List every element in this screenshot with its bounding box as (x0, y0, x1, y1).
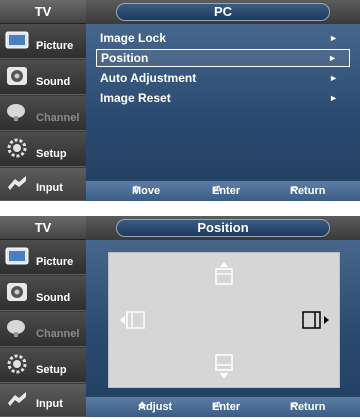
sidebar-item-label: Picture (36, 40, 74, 52)
menu-item-label: Auto Adjustment (100, 71, 197, 85)
position-panel: Position ✥ Adjust ⏎ Enter ↶ Return (86, 216, 360, 417)
enter-label: Enter (212, 401, 241, 413)
return-label: Return (290, 185, 326, 197)
pc-menu-panel: PC Image Lock ► Position ► Auto Adjustme… (86, 0, 360, 201)
setup-icon (7, 354, 27, 374)
sidebar-header: TV (0, 0, 86, 24)
footer-help-bar: ✥ Adjust ⏎ Enter ↶ Return (86, 397, 360, 417)
arrow-right-icon: ► (329, 73, 338, 83)
menu-item-label: Image Reset (100, 91, 171, 105)
enter-label: Enter (212, 185, 241, 197)
title-bar: PC (86, 0, 360, 24)
sidebar: TV Picture Sound Channel Setup Input (0, 0, 86, 201)
menu-item-image-reset[interactable]: Image Reset ► (96, 89, 350, 107)
sidebar-item-sound[interactable]: Sound (0, 276, 86, 311)
sidebar-item-channel[interactable]: Channel (0, 312, 86, 347)
menu-item-auto-adjustment[interactable]: Auto Adjustment ► (96, 69, 350, 87)
picture-icon (5, 31, 29, 49)
pc-menu-screen: TV Picture Sound Channel Setup Input PC … (0, 0, 360, 201)
sidebar-item-label: Channel (36, 328, 80, 340)
arrow-right-icon: ► (329, 93, 338, 103)
menu-item-image-lock[interactable]: Image Lock ► (96, 29, 350, 47)
sidebar: TV Picture Sound Channel Setup Input (0, 216, 86, 417)
sidebar-item-label: Setup (36, 364, 67, 376)
sidebar-item-picture[interactable]: Picture (0, 240, 86, 275)
menu-item-label: Image Lock (100, 31, 167, 45)
setup-icon (7, 138, 27, 158)
title-bar: Position (86, 216, 360, 240)
move-label: Move (132, 185, 161, 197)
sidebar-item-setup[interactable]: Setup (0, 132, 86, 167)
input-icon (8, 392, 26, 406)
sidebar-item-label: Setup (36, 148, 67, 160)
sidebar-item-label: Picture (36, 256, 74, 268)
menu-item-position[interactable]: Position ► (96, 49, 350, 67)
sidebar-item-label: Channel (36, 112, 80, 124)
arrow-right-icon: ► (329, 33, 338, 43)
picture-icon (5, 247, 29, 265)
sound-icon (7, 283, 27, 301)
input-icon (8, 176, 26, 190)
channel-icon (7, 104, 25, 121)
page-title: Position (116, 219, 330, 237)
channel-icon (7, 320, 25, 337)
sidebar-item-sound[interactable]: Sound (0, 60, 86, 95)
position-screen: TV Picture Sound Channel Setup Input Pos… (0, 216, 360, 417)
footer-help-bar: ⇕ Move ⏎ Enter ↶ Return (86, 181, 360, 201)
menu-item-label: Position (101, 51, 149, 65)
sidebar-item-setup[interactable]: Setup (0, 348, 86, 383)
return-label: Return (290, 401, 326, 413)
sidebar-item-label: Input (36, 182, 63, 194)
sidebar-item-label: Sound (36, 292, 71, 304)
sound-icon (7, 67, 27, 85)
sidebar-item-label: Input (36, 398, 63, 410)
sidebar-item-label: Sound (36, 76, 71, 88)
move-up-icon[interactable] (213, 261, 235, 287)
sidebar-item-input[interactable]: Input (0, 384, 86, 417)
move-left-icon[interactable] (119, 309, 147, 331)
arrow-right-icon: ► (328, 53, 337, 63)
sidebar-item-channel[interactable]: Channel (0, 96, 86, 131)
sidebar-item-picture[interactable]: Picture (0, 24, 86, 59)
move-down-icon[interactable] (213, 353, 235, 381)
sidebar-header: TV (0, 216, 86, 240)
sidebar-item-input[interactable]: Input (0, 168, 86, 201)
adjust-label: Adjust (138, 401, 173, 413)
move-right-icon[interactable] (301, 309, 331, 331)
page-title: PC (116, 3, 330, 21)
position-adjust-area[interactable] (108, 252, 340, 388)
